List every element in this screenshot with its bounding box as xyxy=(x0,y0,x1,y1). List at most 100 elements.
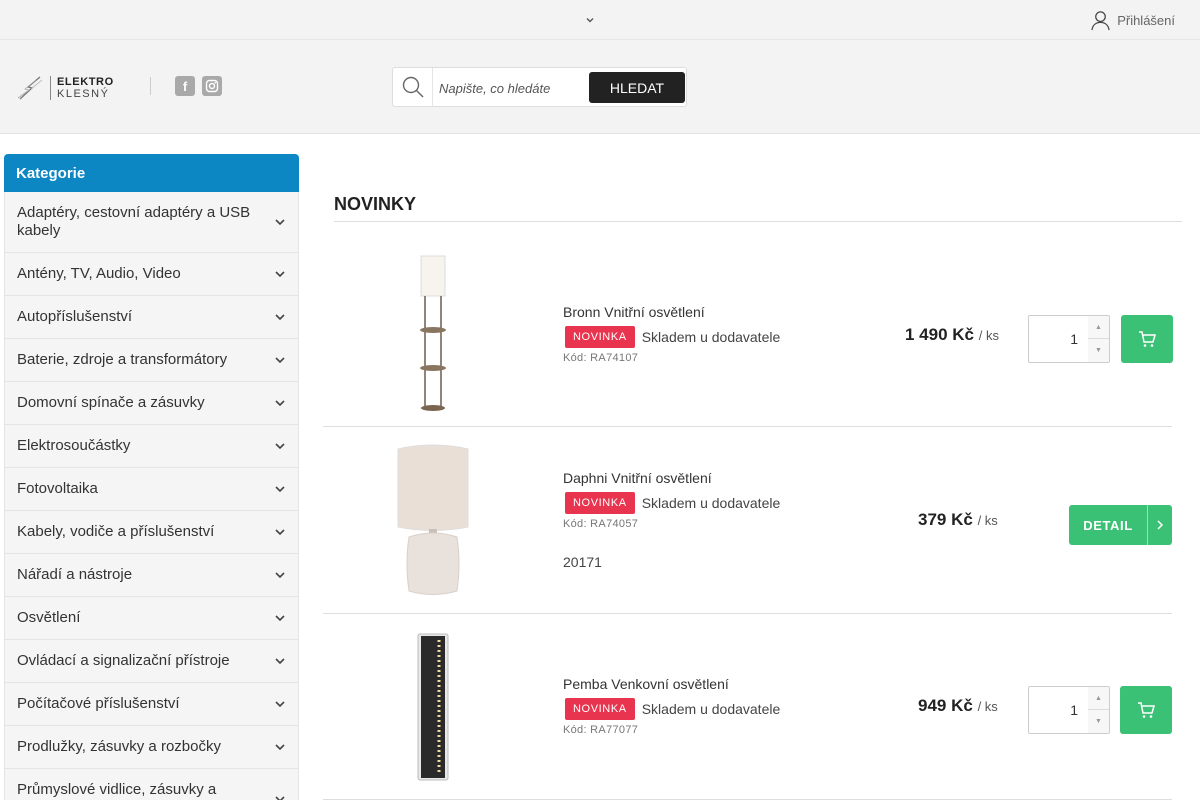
product-status-row: NOVINKA Skladem u dodavatele xyxy=(563,492,780,514)
logo-divider xyxy=(50,76,51,100)
chevron-down-icon[interactable] xyxy=(274,483,286,495)
product-status-row: NOVINKA Skladem u dodavatele xyxy=(563,326,780,348)
quantity-increase-button[interactable]: ▲ xyxy=(1088,316,1109,339)
sidebar-item-label: Fotovoltaika xyxy=(17,480,98,497)
product-code: Kód: RA74107 xyxy=(563,352,639,364)
quantity-stepper: 1 ▲ ▼ xyxy=(1028,315,1110,363)
sidebar-item-label: Nářadí a nástroje xyxy=(17,566,133,583)
sidebar-item-label: Baterie, zdroje a transformátory xyxy=(17,351,228,368)
quantity-stepper: 1 ▲ ▼ xyxy=(1028,686,1110,734)
chevron-down-icon[interactable] xyxy=(584,14,596,26)
chevron-down-icon[interactable] xyxy=(274,526,286,538)
sidebar-item[interactable]: Adaptéry, cestovní adaptéry a USB kabely xyxy=(4,192,299,253)
quantity-input[interactable]: 1 xyxy=(1029,687,1089,733)
product-row: Daphni Vnitřní osvětlení NOVINKA Skladem… xyxy=(323,427,1172,614)
new-badge: NOVINKA xyxy=(565,326,635,348)
sidebar-item-label: Autopříslušenství xyxy=(17,308,133,325)
sidebar-item[interactable]: Autopříslušenství xyxy=(4,296,299,339)
sidebar-item-label: Prodlužky, zásuvky a rozbočky xyxy=(17,738,221,755)
search-bar: HLEDAT xyxy=(392,67,687,107)
sidebar-item-label: Adaptéry, cestovní adaptéry a USB kabely xyxy=(17,204,251,239)
sidebar-item-label: Ovládací a signalizační přístroje xyxy=(17,652,230,669)
login-label: Přihlášení xyxy=(1117,13,1175,28)
section-title: NOVINKY xyxy=(334,194,417,214)
quantity-input[interactable]: 1 xyxy=(1029,316,1089,362)
site-header: ELEKTRO KLESNÝ f HLEDAT xyxy=(0,40,1200,134)
stock-status: Skladem u dodavatele xyxy=(641,701,781,717)
category-list: Adaptéry, cestovní adaptéry a USB kabely… xyxy=(4,192,299,800)
sidebar-item[interactable]: Baterie, zdroje a transformátory xyxy=(4,339,299,382)
price-unit: / ks xyxy=(978,328,999,343)
sidebar-item[interactable]: Kabely, vodiče a příslušenství xyxy=(4,511,299,554)
price-value: 949 Kč xyxy=(918,696,973,715)
product-image-table-lamp[interactable] xyxy=(395,443,471,598)
top-bar: Přihlášení xyxy=(0,0,1200,40)
product-status-row: NOVINKA Skladem u dodavatele xyxy=(563,698,780,720)
add-to-cart-button[interactable] xyxy=(1120,686,1172,734)
product-row: Pemba Venkovní osvětlení NOVINKA Skladem… xyxy=(323,614,1172,800)
product-info: Daphni Vnitřní osvětlení NOVINKA Skladem… xyxy=(563,470,780,570)
sidebar-item[interactable]: Ovládací a signalizační přístroje xyxy=(4,640,299,683)
chevron-down-icon[interactable] xyxy=(274,569,286,581)
sidebar-item[interactable]: Fotovoltaika xyxy=(4,468,299,511)
quantity-increase-button[interactable]: ▲ xyxy=(1088,687,1109,710)
price-value: 1 490 Kč xyxy=(905,325,974,344)
product-image-wall-light[interactable] xyxy=(413,632,453,782)
cart-icon xyxy=(1139,331,1156,347)
sidebar-item[interactable]: Prodlužky, zásuvky a rozbočky xyxy=(4,726,299,769)
social-links: f xyxy=(175,76,222,96)
chevron-down-icon[interactable] xyxy=(274,216,286,228)
price-value: 379 Kč xyxy=(918,510,973,529)
product-price: 949 Kč / ks xyxy=(918,696,998,716)
sidebar-item-label: Průmyslové vidlice, zásuvky a kabely xyxy=(17,781,217,800)
product-info: Bronn Vnitřní osvětlení NOVINKA Skladem … xyxy=(563,304,780,364)
chevron-down-icon[interactable] xyxy=(274,741,286,753)
product-code: Kód: RA74057 xyxy=(563,518,639,530)
search-button[interactable]: HLEDAT xyxy=(589,72,685,103)
product-name[interactable]: Pemba Venkovní osvětlení xyxy=(563,676,780,692)
instagram-icon[interactable] xyxy=(202,76,222,96)
sidebar-item-label: Antény, TV, Audio, Video xyxy=(17,265,181,282)
header-divider xyxy=(150,77,151,95)
chevron-down-icon[interactable] xyxy=(274,440,286,452)
sidebar-item[interactable]: Antény, TV, Audio, Video xyxy=(4,253,299,296)
chevron-down-icon[interactable] xyxy=(274,397,286,409)
quantity-decrease-button[interactable]: ▼ xyxy=(1088,710,1109,733)
sidebar-item[interactable]: Osvětlení xyxy=(4,597,299,640)
search-icon[interactable] xyxy=(393,68,433,106)
sidebar-item[interactable]: Elektrosoučástky xyxy=(4,425,299,468)
sidebar-item[interactable]: Nářadí a nástroje xyxy=(4,554,299,597)
chevron-down-icon[interactable] xyxy=(274,698,286,710)
chevron-down-icon[interactable] xyxy=(274,612,286,624)
detail-button[interactable]: DETAIL xyxy=(1069,505,1172,545)
chevron-down-icon[interactable] xyxy=(274,793,286,800)
sidebar-item[interactable]: Počítačové příslušenství xyxy=(4,683,299,726)
chevron-down-icon[interactable] xyxy=(274,655,286,667)
search-input[interactable] xyxy=(439,77,584,99)
chevron-down-icon[interactable] xyxy=(274,268,286,280)
login-link[interactable]: Přihlášení xyxy=(1090,10,1175,31)
sidebar-item-label: Osvětlení xyxy=(17,609,81,626)
facebook-letter: f xyxy=(182,78,188,94)
product-price: 1 490 Kč / ks xyxy=(905,325,999,345)
product-name[interactable]: Bronn Vnitřní osvětlení xyxy=(563,304,780,320)
chevron-down-icon[interactable] xyxy=(274,311,286,323)
price-unit: / ks xyxy=(977,699,998,714)
instagram-glyph xyxy=(205,79,219,93)
sidebar-item[interactable]: Domovní spínače a zásuvky xyxy=(4,382,299,425)
chevron-down-icon[interactable] xyxy=(274,354,286,366)
product-image-floor-lamp[interactable] xyxy=(403,254,463,414)
quantity-decrease-button[interactable]: ▼ xyxy=(1088,339,1109,362)
logo-line1: ELEKTRO xyxy=(57,76,114,88)
product-name[interactable]: Daphni Vnitřní osvětlení xyxy=(563,470,780,486)
add-to-cart-button[interactable] xyxy=(1121,315,1173,363)
logo-text: ELEKTRO KLESNÝ xyxy=(57,76,114,100)
facebook-icon[interactable]: f xyxy=(175,76,195,96)
product-price: 379 Kč / ks xyxy=(918,510,998,530)
logo[interactable]: ELEKTRO KLESNÝ xyxy=(16,74,114,102)
cart-icon xyxy=(1138,702,1155,718)
product-row: Bronn Vnitřní osvětlení NOVINKA Skladem … xyxy=(323,222,1173,427)
sidebar-item[interactable]: Průmyslové vidlice, zásuvky a kabely xyxy=(4,769,299,800)
lightning-logo-icon xyxy=(17,76,43,100)
chevron-right-icon xyxy=(1147,505,1172,545)
